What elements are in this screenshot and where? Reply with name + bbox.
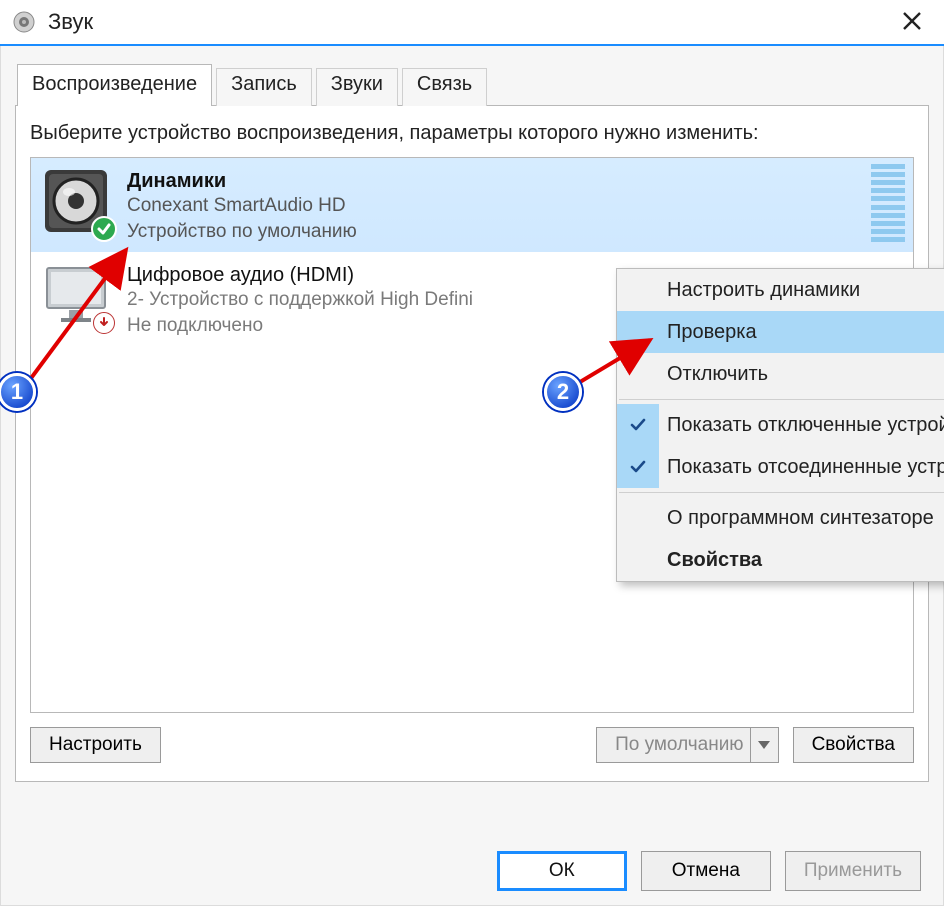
menu-check-column bbox=[617, 311, 659, 353]
tab-communications[interactable]: Связь bbox=[402, 68, 487, 106]
dropdown-arrow-icon[interactable] bbox=[750, 728, 778, 762]
default-check-badge-icon bbox=[91, 216, 117, 242]
tab-strip: Воспроизведение Запись Звуки Связь bbox=[17, 64, 929, 106]
menu-check-column bbox=[617, 269, 659, 311]
window-title: Звук bbox=[48, 9, 892, 35]
tab-recording[interactable]: Запись bbox=[216, 68, 312, 106]
button-label: ОК bbox=[549, 860, 575, 881]
menu-label: Настроить динамики bbox=[667, 279, 860, 302]
menu-disable[interactable]: Отключить bbox=[617, 353, 944, 395]
menu-label: Проверка bbox=[667, 321, 757, 344]
menu-label: Свойства bbox=[667, 549, 762, 572]
menu-show-disabled[interactable]: Показать отключенные устройства bbox=[617, 404, 944, 446]
monitor-icon bbox=[41, 260, 111, 330]
tab-label: Воспроизведение bbox=[32, 73, 197, 95]
device-driver: Conexant SmartAudio HD bbox=[127, 193, 357, 219]
annotation-marker-2: 2 bbox=[544, 373, 582, 411]
menu-check-column bbox=[617, 497, 659, 539]
menu-check-column bbox=[617, 539, 659, 581]
button-label: По умолчанию bbox=[615, 734, 744, 755]
menu-separator bbox=[619, 492, 944, 493]
disconnected-badge-icon bbox=[93, 312, 115, 334]
marker-label: 2 bbox=[557, 379, 569, 405]
panel-button-row: Настроить По умолчанию Свойства bbox=[30, 727, 914, 763]
device-name: Цифровое аудио (HDMI) bbox=[127, 264, 473, 287]
level-meter bbox=[871, 164, 905, 242]
button-label: Отмена bbox=[672, 860, 740, 881]
tab-sounds[interactable]: Звуки bbox=[316, 68, 398, 106]
device-speakers[interactable]: Динамики Conexant SmartAudio HD Устройст… bbox=[31, 158, 913, 252]
device-name: Динамики bbox=[127, 170, 357, 193]
menu-check-column bbox=[617, 353, 659, 395]
button-label: Настроить bbox=[49, 734, 142, 755]
marker-label: 1 bbox=[11, 379, 23, 405]
tab-label: Связь bbox=[417, 73, 472, 95]
menu-label: Отключить bbox=[667, 363, 768, 386]
menu-check-icon bbox=[617, 446, 659, 488]
button-label: Свойства bbox=[812, 734, 895, 755]
device-info: Цифровое аудио (HDMI) 2- Устройство с по… bbox=[127, 260, 473, 338]
titlebar: Звук bbox=[0, 0, 944, 46]
close-button[interactable] bbox=[892, 6, 932, 38]
cancel-button[interactable]: Отмена bbox=[641, 851, 771, 891]
context-menu: Настроить динамики Проверка Отключить По… bbox=[616, 268, 944, 582]
menu-label: О программном синтезаторе bbox=[667, 507, 934, 530]
menu-check-icon bbox=[617, 404, 659, 446]
button-label: Применить bbox=[804, 860, 902, 881]
speaker-icon bbox=[41, 166, 111, 236]
dialog-footer: ОК Отмена Применить bbox=[497, 851, 921, 891]
tab-label: Звуки bbox=[331, 73, 383, 95]
device-driver: 2- Устройство с поддержкой High Defini bbox=[127, 287, 473, 313]
menu-label: Показать отключенные устройства bbox=[667, 414, 944, 437]
ok-button[interactable]: ОК bbox=[497, 851, 627, 891]
device-status: Устройство по умолчанию bbox=[127, 219, 357, 245]
menu-configure-speakers[interactable]: Настроить динамики bbox=[617, 269, 944, 311]
properties-button[interactable]: Свойства bbox=[793, 727, 914, 763]
configure-button[interactable]: Настроить bbox=[30, 727, 161, 763]
menu-test[interactable]: Проверка bbox=[617, 311, 944, 353]
menu-properties[interactable]: Свойства bbox=[617, 539, 944, 581]
tab-playback[interactable]: Воспроизведение bbox=[17, 64, 212, 106]
menu-label: Показать отсоединенные устройства bbox=[667, 456, 944, 479]
sound-applet-icon bbox=[12, 10, 36, 34]
menu-about-synth[interactable]: О программном синтезаторе bbox=[617, 497, 944, 539]
set-default-button[interactable]: По умолчанию bbox=[596, 727, 779, 763]
device-info: Динамики Conexant SmartAudio HD Устройст… bbox=[127, 166, 357, 244]
menu-separator bbox=[619, 399, 944, 400]
apply-button[interactable]: Применить bbox=[785, 851, 921, 891]
tab-label: Запись bbox=[231, 73, 297, 95]
instruction-text: Выберите устройство воспроизведения, пар… bbox=[30, 120, 914, 147]
device-status: Не подключено bbox=[127, 313, 473, 339]
menu-show-disconnected[interactable]: Показать отсоединенные устройства bbox=[617, 446, 944, 488]
